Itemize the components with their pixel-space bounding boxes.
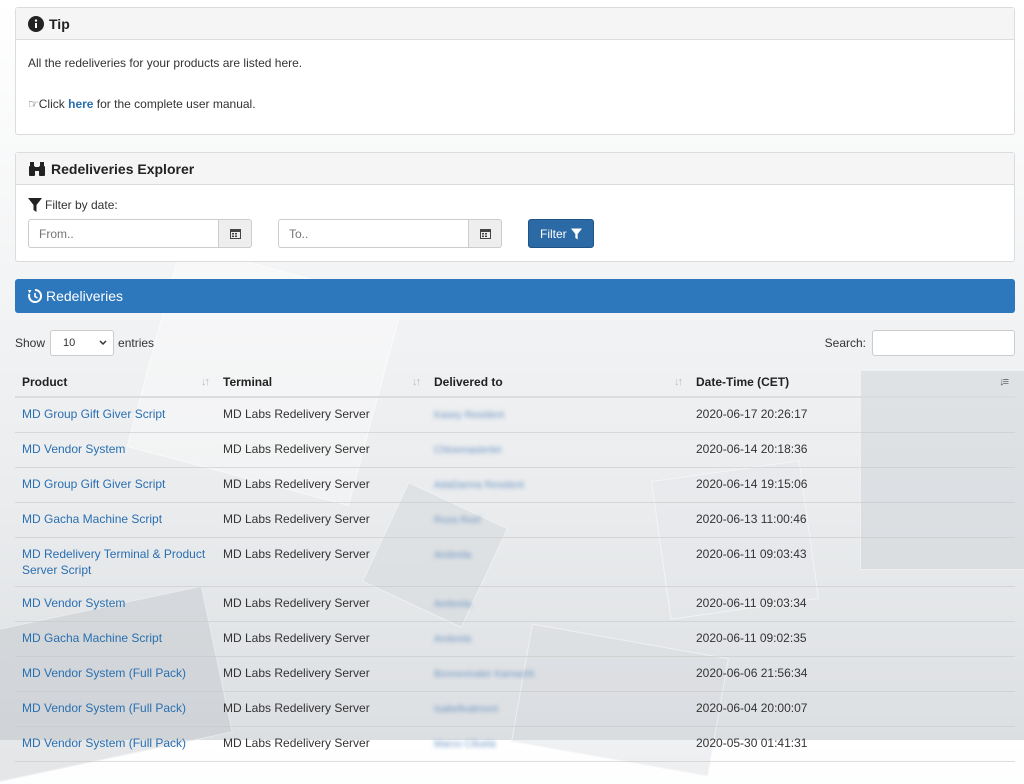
terminal-cell: MD Labs Redelivery Server [216,397,427,433]
explorer-panel: Redeliveries Explorer Filter by date: Fr… [15,152,1015,262]
tip-title: Tip [49,15,70,32]
terminal-cell: MD Labs Redelivery Server [216,537,427,587]
datetime-cell: 2020-06-14 19:15:06 [689,467,1015,503]
tip-header: Tip [16,8,1014,40]
info-icon [28,15,44,32]
product-link[interactable]: MD Gacha Machine Script [15,502,216,538]
terminal-cell: MD Labs Redelivery Server [216,467,427,503]
delivered-to-link[interactable]: Ambrela [427,537,689,587]
delivered-to-link[interactable]: Kasey Resident [427,397,689,433]
datetime-cell: 2020-06-06 21:56:34 [689,656,1015,692]
product-link[interactable]: MD Redelivery Terminal & Product Server … [15,537,216,587]
table-controls: Show 10 entries Search: [15,330,1015,356]
sort-icon: ↓↑ [674,376,683,388]
datetime-cell: 2020-06-04 20:00:07 [689,691,1015,727]
delivered-to-link[interactable]: Bonnevivaler Kamacht [427,656,689,692]
table-row: MD Vendor System (Full Pack) MD Labs Red… [15,656,1015,692]
history-icon [28,289,42,303]
calendar-icon[interactable] [468,219,502,248]
product-link[interactable]: MD Group Gift Giver Script [15,467,216,503]
table-row: MD Vendor System (Full Pack) MD Labs Red… [15,691,1015,727]
explorer-title: Redeliveries Explorer [51,160,195,177]
tip-panel: Tip All the redeliveries for your produc… [15,7,1015,135]
sort-icon: ↓↑ [201,376,210,388]
product-link[interactable]: MD Gacha Machine Script [15,621,216,657]
datetime-cell: 2020-06-11 09:03:34 [689,586,1015,622]
delivered-to-link[interactable]: Ambrela [427,586,689,622]
manual-link[interactable]: here [68,97,93,111]
delivered-to-link[interactable]: Roza Reel [427,502,689,538]
table-row: MD Vendor System (Full Pack) MD Labs Red… [15,726,1015,762]
pointing-hand-icon: ☞ [28,97,39,111]
terminal-cell: MD Labs Redelivery Server [216,691,427,727]
terminal-cell: MD Labs Redelivery Server [216,502,427,538]
datetime-cell: 2020-06-11 09:02:35 [689,621,1015,657]
terminal-cell: MD Labs Redelivery Server [216,586,427,622]
search-input[interactable] [872,330,1015,356]
funnel-icon [28,198,42,212]
sort-desc-icon: ↓≡ [999,376,1009,388]
redeliveries-table: Product ↓↑ Terminal ↓↑ Delivered to ↓↑ Date… [15,367,1015,762]
table-row: MD Group Gift Giver Script MD Labs Redel… [15,397,1015,433]
tip-body: All the redeliveries for your products a… [16,40,1014,134]
datetime-cell: 2020-06-11 09:03:43 [689,537,1015,587]
delivered-to-link[interactable]: Isabellvalmont [427,691,689,727]
table-row: MD Group Gift Giver Script MD Labs Redel… [15,467,1015,503]
datetime-cell: 2020-06-14 20:18:36 [689,432,1015,468]
column-header-product[interactable]: Product ↓↑ [15,367,216,398]
table-row: MD Vendor System MD Labs Redelivery Serv… [15,586,1015,622]
chevron-down-icon [99,337,107,349]
filter-label: Filter by date: [28,198,1002,212]
terminal-cell: MD Labs Redelivery Server [216,432,427,468]
product-link[interactable]: MD Vendor System (Full Pack) [15,691,216,727]
manual-line: ☞Click here for the complete user manual… [28,97,256,111]
product-link[interactable]: MD Vendor System [15,432,216,468]
column-header-datetime[interactable]: Date-Time (CET) ↓≡ [689,367,1015,398]
table-row: MD Redelivery Terminal & Product Server … [15,537,1015,587]
column-header-terminal[interactable]: Terminal ↓↑ [216,367,427,398]
length-control: Show 10 entries [15,330,154,356]
product-link[interactable]: MD Vendor System (Full Pack) [15,656,216,692]
from-date-group [28,219,252,248]
from-date-input[interactable] [28,219,218,248]
filter-button[interactable]: Filter [528,219,594,248]
to-date-input[interactable] [278,219,468,248]
redeliveries-title: Redeliveries [46,288,124,304]
datetime-cell: 2020-06-17 20:26:17 [689,397,1015,433]
calendar-icon[interactable] [218,219,252,248]
delivered-to-link[interactable]: Ambrela [427,621,689,657]
table-row: MD Gacha Machine Script MD Labs Redelive… [15,502,1015,538]
search-control: Search: [825,330,1015,356]
product-link[interactable]: MD Group Gift Giver Script [15,397,216,433]
product-link[interactable]: MD Vendor System (Full Pack) [15,726,216,762]
to-date-group [278,219,502,248]
delivered-to-link[interactable]: AdaDarma Resident [427,467,689,503]
explorer-body: Filter by date: Filter [16,185,1014,261]
terminal-cell: MD Labs Redelivery Server [216,621,427,657]
funnel-icon [570,228,582,240]
datetime-cell: 2020-05-30 01:41:31 [689,726,1015,762]
delivered-to-link[interactable]: Chloemasterlet [427,432,689,468]
redeliveries-header: Redeliveries [15,279,1015,313]
binoculars-icon [28,161,46,176]
tip-text: All the redeliveries for your products a… [28,56,303,70]
sort-icon: ↓↑ [412,376,421,388]
delivered-to-link[interactable]: Marco Cifuela [427,726,689,762]
filter-row: Filter [28,219,1002,248]
table-row: MD Gacha Machine Script MD Labs Redelive… [15,621,1015,657]
entries-select[interactable]: 10 [50,330,115,356]
explorer-header: Redeliveries Explorer [16,153,1014,185]
datetime-cell: 2020-06-13 11:00:46 [689,502,1015,538]
table-header-row: Product ↓↑ Terminal ↓↑ Delivered to ↓↑ Date… [15,367,1015,398]
table-row: MD Vendor System MD Labs Redelivery Serv… [15,432,1015,468]
terminal-cell: MD Labs Redelivery Server [216,656,427,692]
product-link[interactable]: MD Vendor System [15,586,216,622]
terminal-cell: MD Labs Redelivery Server [216,726,427,762]
column-header-delivered-to[interactable]: Delivered to ↓↑ [427,367,689,398]
